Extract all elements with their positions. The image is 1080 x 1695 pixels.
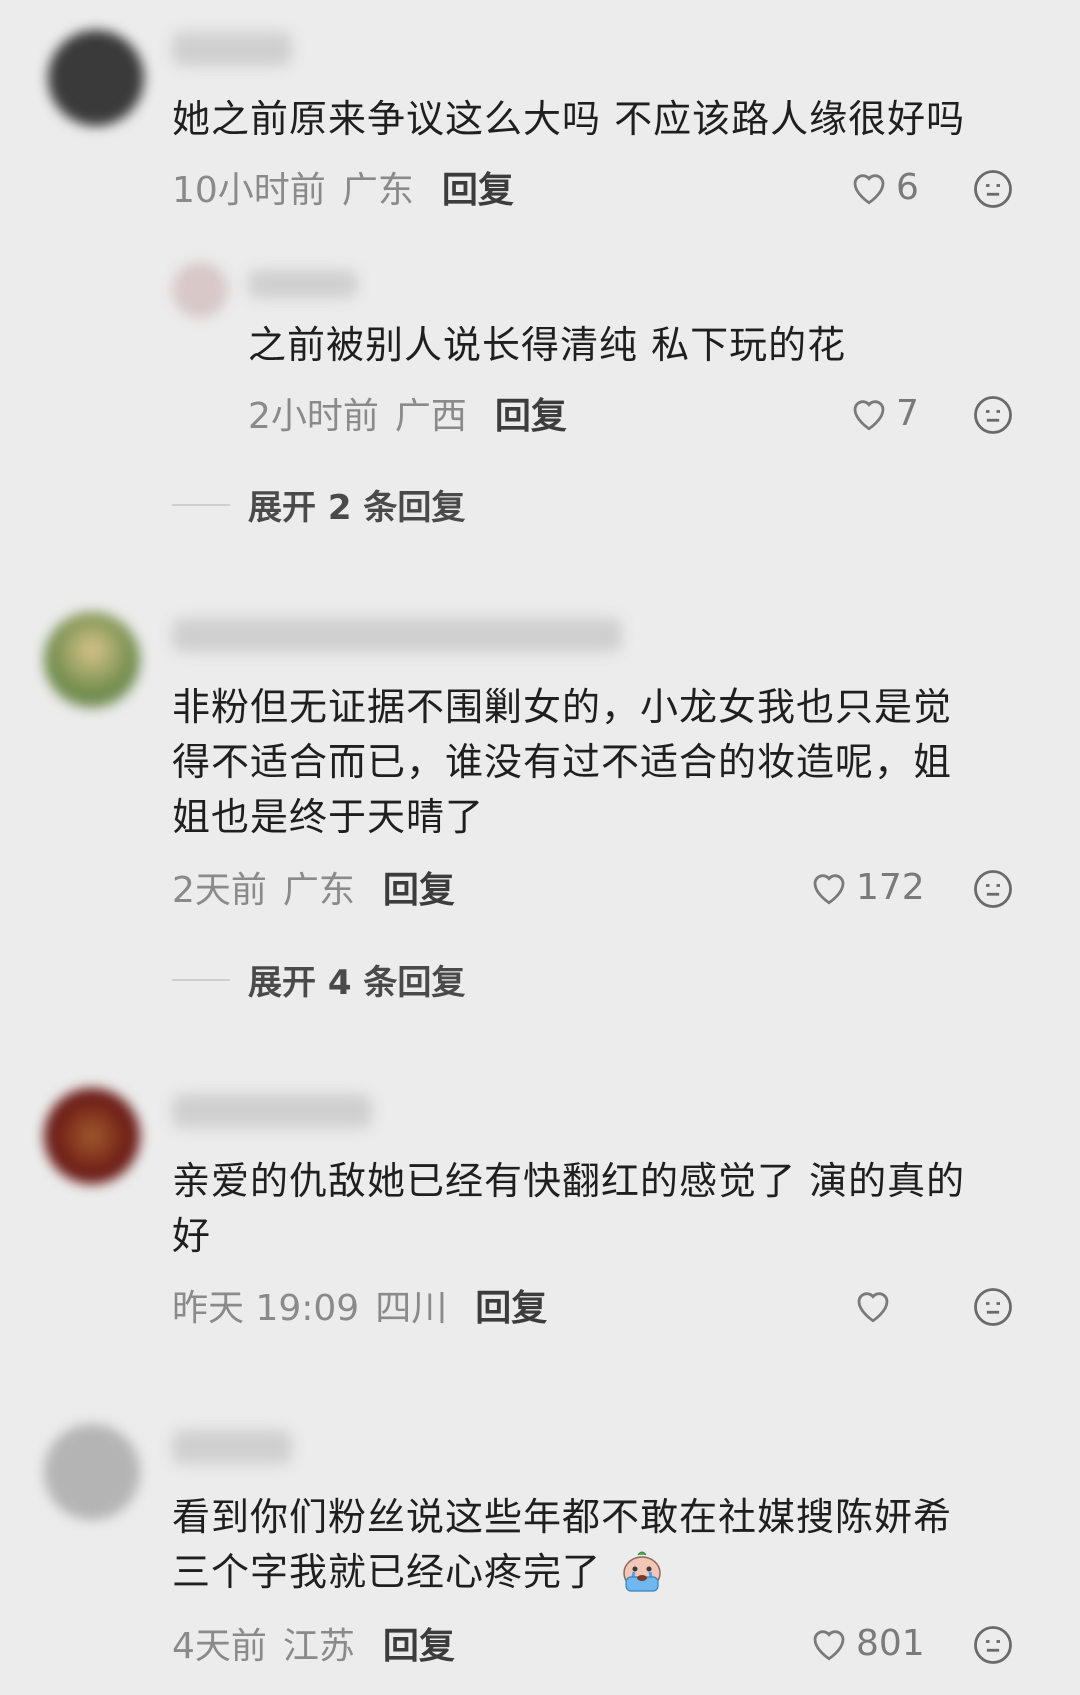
reply-button[interactable]: 回复 — [495, 387, 567, 439]
comment-location: 四川 — [375, 1288, 448, 1329]
comment-location: 江苏 — [282, 1626, 355, 1667]
comment-text-line: 得不适合而已，谁没有过不适合的妆造呢，姐 — [172, 740, 953, 784]
heart-outline-icon — [853, 400, 885, 431]
expand-replies-button[interactable]: 展开 4 条回复 — [172, 955, 465, 1004]
like-button[interactable]: 172 — [808, 862, 925, 912]
comment-text-line: 姐也是终于天晴了 — [172, 795, 485, 839]
comment-meta: 4天前 江苏 回复 — [172, 1618, 455, 1668]
expand-replies-label: 展开 4 条回复 — [248, 963, 466, 1003]
comment-meta: 昨天 19:09 四川 回复 — [172, 1280, 547, 1330]
like-button[interactable]: 7 — [848, 388, 919, 438]
username-blurred[interactable] — [248, 270, 358, 298]
reply-button[interactable]: 回复 — [442, 161, 514, 213]
comment-text-line: 非粉但无证据不围剿女的，小龙女我也只是觉 — [172, 685, 953, 729]
username-blurred[interactable] — [172, 1430, 292, 1464]
like-button[interactable] — [852, 1280, 900, 1330]
reply-button[interactable]: 回复 — [383, 861, 455, 913]
reply-text: 之前被别人说长得清纯 私下玩的花 — [248, 323, 847, 367]
comment-text-line: 看到你们粉丝说这些年都不敢在社媒搜陈妍希 — [172, 1495, 953, 1539]
comment-text-fragment: 三个字我就已经心疼完了 — [172, 1550, 602, 1594]
avatar[interactable] — [44, 1088, 140, 1184]
heart-outline-icon — [857, 1292, 889, 1323]
like-count: 7 — [896, 392, 919, 434]
comment-text-line: 三个字我就已经心疼完了 — [172, 1545, 666, 1600]
avatar[interactable] — [172, 262, 228, 318]
heart-outline-icon — [853, 174, 885, 205]
neutral-face-icon[interactable] — [972, 1286, 1014, 1328]
like-count: 801 — [856, 1622, 925, 1664]
expand-replies-label: 展开 2 条回复 — [248, 488, 466, 528]
neutral-face-icon[interactable] — [972, 168, 1014, 210]
divider — [172, 978, 230, 981]
reply-location: 广西 — [394, 396, 467, 437]
neutral-face-icon[interactable] — [972, 1624, 1014, 1666]
username-blurred[interactable] — [172, 32, 292, 66]
avatar[interactable] — [44, 1424, 140, 1520]
avatar[interactable] — [48, 30, 144, 126]
neutral-face-icon[interactable] — [972, 868, 1014, 910]
heart-outline-icon — [813, 1630, 845, 1661]
avatar[interactable] — [44, 612, 140, 708]
comment-location: 广东 — [341, 170, 414, 211]
like-button[interactable]: 6 — [848, 162, 919, 212]
comment-time: 昨天 19:09 — [172, 1288, 360, 1329]
comment-meta: 10小时前 广东 回复 — [172, 162, 514, 212]
reply-button[interactable]: 回复 — [383, 1617, 455, 1669]
reply-time: 2小时前 — [248, 396, 379, 437]
divider — [172, 503, 230, 506]
comment-text-line: 亲爱的仇敌她已经有快翻红的感觉了 演的真的 — [172, 1159, 966, 1203]
like-count: 6 — [896, 166, 919, 208]
comment-meta: 2天前 广东 回复 — [172, 862, 455, 912]
comment-time: 10小时前 — [172, 170, 326, 211]
comment-location: 广东 — [282, 870, 355, 911]
expand-replies-button[interactable]: 展开 2 条回复 — [172, 480, 465, 529]
comment-text: 她之前原来争议这么大吗 不应该路人缘很好吗 — [172, 97, 966, 141]
like-count: 172 — [856, 866, 925, 908]
username-blurred[interactable] — [172, 1094, 372, 1128]
comment-time: 2天前 — [172, 870, 267, 911]
comment-text-line: 好 — [172, 1214, 212, 1258]
reply-meta: 2小时前 广西 回复 — [248, 388, 567, 438]
username-blurred[interactable] — [172, 618, 622, 652]
like-button[interactable]: 801 — [808, 1618, 925, 1668]
reply-button[interactable]: 回复 — [475, 1279, 547, 1331]
heart-outline-icon — [813, 874, 845, 905]
comment-time: 4天前 — [172, 1626, 267, 1667]
crying-face-emoji-icon — [623, 1551, 661, 1592]
neutral-face-icon[interactable] — [972, 394, 1014, 436]
